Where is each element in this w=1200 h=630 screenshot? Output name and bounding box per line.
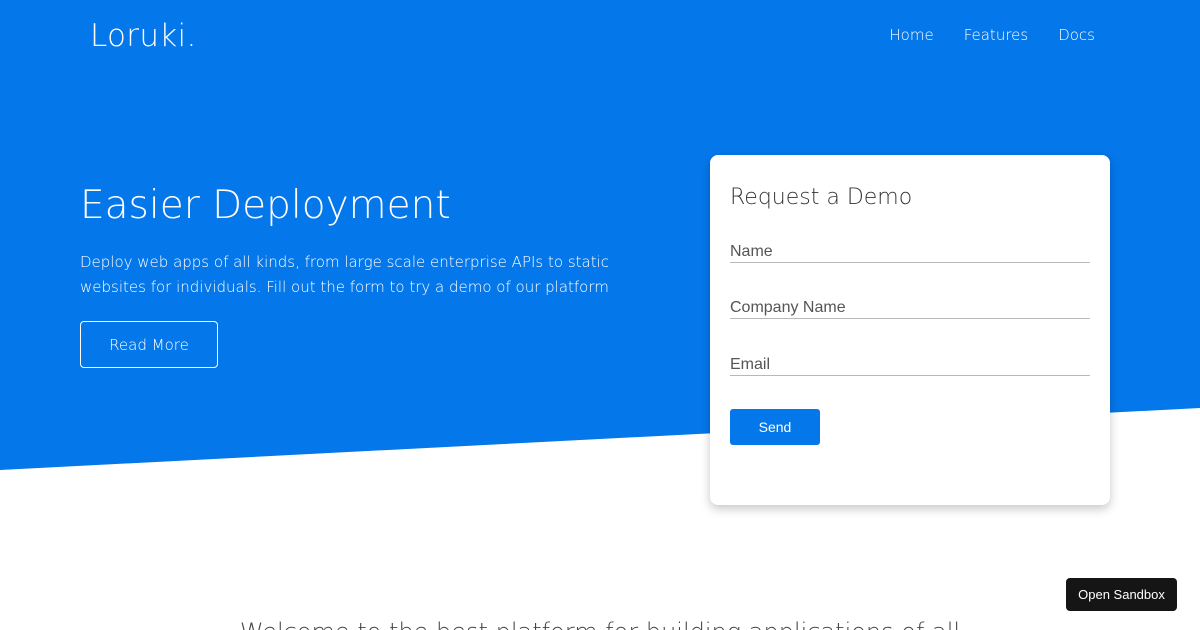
demo-request-card: Request a Demo Send [710,155,1110,505]
send-button[interactable]: Send [730,409,820,445]
hero-description: Deploy web apps of all kinds, from large… [80,253,610,296]
welcome-heading: Welcome to the best platform for buildin… [0,618,1200,630]
hero-title: Easier Deployment [80,183,451,228]
read-more-button[interactable]: Read More [80,321,218,368]
main-nav: Home Features Docs [889,26,1095,44]
nav-link-docs[interactable]: Docs [1058,26,1095,44]
nav-link-features[interactable]: Features [964,26,1029,44]
nav-link-home[interactable]: Home [889,26,933,44]
email-input[interactable] [730,354,1090,376]
open-sandbox-button[interactable]: Open Sandbox [1066,578,1177,611]
name-input[interactable] [730,241,1090,263]
company-name-input[interactable] [730,297,1090,319]
landing-page: Loruki. Home Features Docs Easier Deploy… [0,0,1200,630]
demo-form-title: Request a Demo [730,185,913,210]
logo[interactable]: Loruki. [90,18,197,54]
